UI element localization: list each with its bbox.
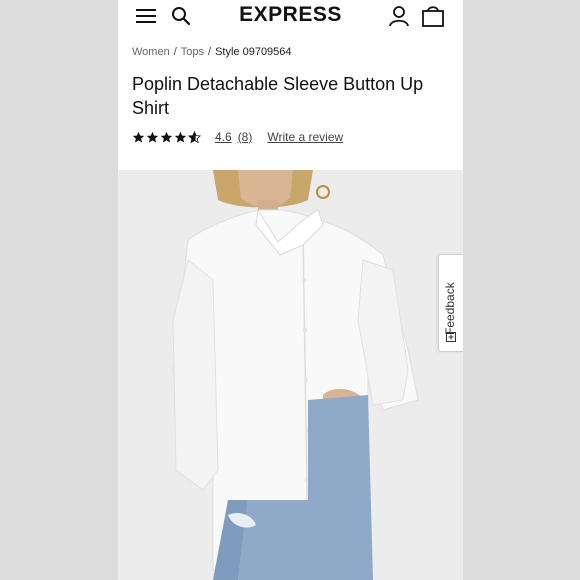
- star-icon: [174, 131, 187, 143]
- page: EXPRESS Women / Tops / Style 09709564 Poplin…: [118, 0, 463, 580]
- star-rating: [132, 130, 201, 144]
- breadcrumb-style-number: Style 09709564: [215, 46, 292, 58]
- breadcrumb-separator: /: [208, 46, 212, 58]
- shopping-bag-icon[interactable]: [421, 5, 445, 27]
- breadcrumb: Women / Tops / Style 09709564: [132, 46, 292, 58]
- review-count[interactable]: (8): [238, 130, 253, 144]
- breadcrumb-link-tops[interactable]: Tops: [181, 46, 204, 58]
- brand-logo[interactable]: EXPRESS: [118, 3, 463, 27]
- star-icon: [132, 131, 145, 143]
- product-image[interactable]: [118, 170, 463, 580]
- rating-row: 4.6 (8) Write a review: [132, 130, 343, 144]
- header: EXPRESS: [118, 0, 463, 36]
- breadcrumb-link-women[interactable]: Women: [132, 46, 170, 58]
- star-icon: [160, 131, 173, 143]
- account-icon[interactable]: [388, 5, 410, 27]
- breadcrumb-separator: /: [173, 46, 177, 58]
- star-icon: [146, 131, 159, 143]
- feedback-label: Feedback: [443, 282, 457, 335]
- product-title: Poplin Detachable Sleeve Button Up Shirt: [132, 74, 424, 118]
- rating-value[interactable]: 4.6: [215, 130, 232, 144]
- star-half-icon: [188, 130, 201, 143]
- feedback-tab[interactable]: Feedback: [438, 254, 463, 352]
- write-review-link[interactable]: Write a review: [267, 130, 343, 144]
- model-photo: [118, 170, 463, 580]
- feedback-icon: [446, 329, 456, 342]
